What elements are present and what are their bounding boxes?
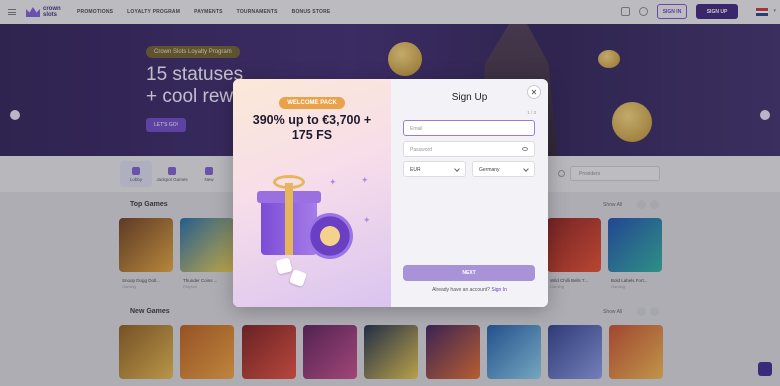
password-placeholder: Password xyxy=(410,147,432,153)
chevron-down-icon xyxy=(523,166,529,172)
sparkle-icon: ✦ xyxy=(363,215,371,225)
signup-title: Sign Up xyxy=(451,92,488,103)
signup-form: ✕ Sign Up 1 / 3 Email Password EUR Germa… xyxy=(391,79,548,307)
password-field[interactable]: Password xyxy=(403,141,535,157)
step-indicator: 1 / 3 xyxy=(527,110,536,115)
dice-icon xyxy=(289,269,307,287)
chevron-down-icon xyxy=(454,166,460,172)
sign-in-link[interactable]: Sign In xyxy=(491,287,507,293)
welcome-offer: 390% up to €3,700 + 175 FS xyxy=(252,113,372,142)
have-account-text: Already have an account? Sign In xyxy=(391,287,548,293)
country-value: Germany xyxy=(479,167,500,173)
sparkle-icon: ✦ xyxy=(361,175,369,185)
have-account-label: Already have an account? xyxy=(432,287,490,293)
welcome-panel: WELCOME PACK 390% up to €3,700 + 175 FS … xyxy=(233,79,391,307)
welcome-pack-badge: WELCOME PACK xyxy=(279,97,345,109)
gift-ribbon xyxy=(285,183,293,255)
dice-icon xyxy=(275,257,293,275)
sparkle-icon: ✦ xyxy=(329,177,337,187)
country-select[interactable]: Germany xyxy=(472,161,535,177)
page: crown slots PROMOTIONS LOYALTY PROGRAM P… xyxy=(0,0,780,386)
currency-select[interactable]: EUR xyxy=(403,161,466,177)
support-chat-icon[interactable] xyxy=(758,362,772,376)
currency-value: EUR xyxy=(410,167,421,173)
casino-chip-illustration xyxy=(307,213,353,259)
next-button[interactable]: NEXT xyxy=(403,265,535,281)
gift-bow xyxy=(273,175,305,189)
eye-icon[interactable] xyxy=(522,147,528,151)
email-field[interactable]: Email xyxy=(403,120,535,136)
signup-modal: WELCOME PACK 390% up to €3,700 + 175 FS … xyxy=(233,79,548,307)
